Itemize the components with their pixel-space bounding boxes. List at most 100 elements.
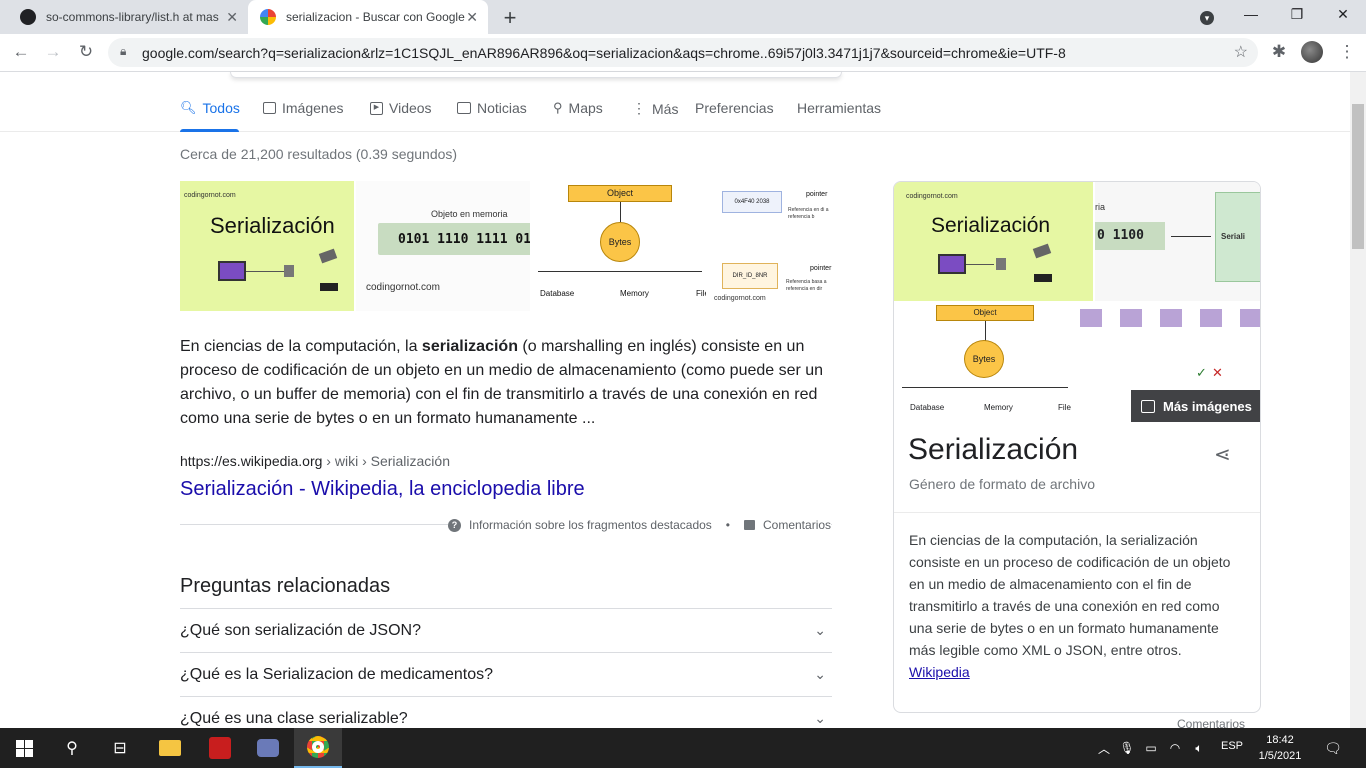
featured-image-3[interactable]: Object Bytes Database Memory File: [532, 181, 706, 311]
volume-icon[interactable]: 🔈︎: [1188, 728, 1210, 768]
tab-imagenes[interactable]: Imágenes: [263, 100, 343, 116]
diagram-target: Database: [910, 403, 945, 412]
image-icon: [1141, 399, 1155, 413]
back-icon[interactable]: ←: [10, 42, 32, 62]
diagram-target: Memory: [620, 289, 649, 298]
kp-image-diagram[interactable]: Object Bytes Database Memory File: [894, 303, 1072, 421]
device-graphic: [996, 258, 1006, 270]
tab-mas[interactable]: ⋮ Más: [632, 100, 678, 117]
notifications-icon[interactable]: 🗨︎: [1316, 728, 1350, 768]
new-tab-icon[interactable]: +: [498, 5, 522, 31]
tab-title: so-commons-library/list.h at mas: [46, 10, 219, 24]
snippet-feedback-bar: ? Información sobre los fragmentos desta…: [448, 518, 832, 532]
browser-tab-strip: so-commons-library/list.h at mas ✕ seria…: [0, 0, 1366, 34]
clock-time: 18:42: [1266, 734, 1294, 746]
extensions-icon[interactable]: ✱: [1268, 42, 1290, 62]
kp-source-link[interactable]: Wikipedia: [909, 664, 970, 680]
avatar[interactable]: [1301, 41, 1323, 63]
google-icon: [260, 9, 276, 25]
kp-description-text: En ciencias de la computación, la serial…: [909, 532, 1231, 658]
tab-github[interactable]: so-commons-library/list.h at mas ✕: [8, 0, 248, 34]
feedback-icon: [744, 520, 755, 530]
windows-start-icon[interactable]: [0, 728, 48, 768]
more-images-button[interactable]: Más imágenes: [1131, 390, 1260, 422]
kp-image-main[interactable]: codingornot.com Serialización: [894, 182, 1093, 301]
flow-step-graphic: [1240, 309, 1260, 327]
input-language[interactable]: ESP: [1221, 740, 1243, 752]
related-question[interactable]: ¿Qué es la Serializacion de medicamentos…: [180, 652, 832, 696]
bookmark-star-icon[interactable]: ☆: [1234, 42, 1248, 62]
app-icon[interactable]: [244, 728, 292, 768]
image-site-label: codingornot.com: [714, 295, 766, 302]
profile-menu-icon[interactable]: ▾: [1192, 8, 1222, 25]
close-icon[interactable]: ✕: [226, 9, 238, 26]
image-title: Serialización: [210, 213, 335, 238]
diagram-object: Object: [936, 305, 1034, 321]
file-explorer-icon[interactable]: [146, 728, 194, 768]
close-icon[interactable]: ✕: [466, 9, 478, 26]
search-icon: 🔍︎: [180, 100, 197, 115]
question-text: ¿Qué es la Serializacion de medicamentos…: [180, 665, 494, 683]
preferencias-link[interactable]: Preferencias: [695, 100, 774, 116]
image-label: pointer: [806, 191, 828, 198]
reload-icon[interactable]: ↻: [75, 42, 97, 62]
featured-image-2[interactable]: Objeto en memoria 0101 1110 1111 0100 11…: [356, 181, 530, 311]
chrome-menu-icon[interactable]: ⋮: [1336, 42, 1358, 62]
diagram-branch: [538, 271, 702, 272]
tab-videos[interactable]: ▶ Videos: [370, 100, 432, 116]
lock-icon: 🔒︎: [120, 44, 127, 58]
featured-snippet-text: En ciencias de la computación, la serial…: [180, 335, 832, 431]
scrollbar-thumb[interactable]: [1352, 104, 1364, 249]
map-pin-icon: ⚲: [553, 100, 563, 115]
image-site-label: codingornot.com: [184, 192, 236, 199]
maximize-icon[interactable]: ❐: [1282, 6, 1312, 23]
related-question[interactable]: ¿Qué son serialización de JSON? ⌄: [180, 608, 832, 652]
search-icon[interactable]: ⚲: [48, 728, 96, 768]
herramientas-link[interactable]: Herramientas: [797, 100, 881, 116]
dot-separator: •: [725, 518, 730, 532]
acrobat-icon[interactable]: [196, 728, 244, 768]
diagram-arrow: [620, 202, 621, 222]
tab-noticias[interactable]: Noticias: [457, 100, 527, 116]
diagram-object: Object: [568, 185, 672, 202]
diagram-target: Database: [540, 289, 575, 298]
task-view-icon[interactable]: ⊟: [96, 728, 144, 768]
battery-icon[interactable]: ▭: [1140, 728, 1162, 768]
image-ref: Referencia basa a referencia en dir: [786, 279, 827, 292]
search-nav: 🔍︎ Todos Imágenes ▶ Videos Noticias ⚲ Ma…: [0, 72, 1350, 132]
forward-icon[interactable]: →: [42, 42, 64, 62]
window-close-icon[interactable]: ✕: [1328, 6, 1358, 23]
result-title-link[interactable]: Serialización - Wikipedia, la encicloped…: [180, 478, 585, 501]
image-ref: Referencia en di a referencia b: [788, 207, 829, 220]
minimize-icon[interactable]: —: [1236, 6, 1266, 22]
kp-description: En ciencias de la computación, la serial…: [909, 529, 1239, 683]
microphone-icon[interactable]: 🎙︎: [1116, 728, 1138, 768]
tab-maps[interactable]: ⚲ Maps: [553, 100, 603, 116]
diagram-arrow: [1171, 236, 1211, 237]
address-bar[interactable]: 🔒︎ google.com/search?q=serializacion&rlz…: [108, 38, 1258, 67]
comments-link[interactable]: Comentarios: [763, 518, 831, 532]
tab-google-search[interactable]: serializacion - Buscar con Google ✕: [248, 0, 488, 34]
satellite-graphic: [1032, 243, 1052, 259]
image-address: 0x4F40 2038: [722, 191, 782, 213]
snippet-info-link[interactable]: Información sobre los fragmentos destaca…: [469, 518, 712, 532]
result-cite: https://es.wikipedia.org › wiki › Serial…: [180, 453, 450, 469]
connector-line: [246, 271, 284, 272]
system-clock[interactable]: 18:42 1/5/2021: [1255, 732, 1305, 764]
news-icon: [457, 102, 471, 114]
wifi-icon[interactable]: ◠: [1164, 728, 1186, 768]
more-images-label: Más imágenes: [1163, 398, 1252, 414]
chrome-taskbar-icon[interactable]: [294, 728, 342, 768]
more-vert-icon: ⋮: [632, 100, 646, 116]
featured-image-1[interactable]: codingornot.com Serialización: [180, 181, 354, 311]
tray-chevron-icon[interactable]: ︿: [1092, 728, 1116, 768]
question-text: ¿Qué es una clase serializable?: [180, 709, 408, 727]
kp-title: Serialización: [908, 433, 1079, 466]
share-icon[interactable]: ⋖: [1214, 442, 1231, 467]
help-icon[interactable]: ?: [448, 518, 461, 532]
snippet-keyword: serialización: [421, 338, 518, 355]
diagram-target: Memory: [984, 403, 1013, 412]
featured-image-4[interactable]: 0x4F40 2038 pointer Referencia en di a r…: [708, 181, 832, 311]
tab-todos[interactable]: 🔍︎ Todos: [180, 100, 240, 116]
kp-image-memory[interactable]: ria 0 1100 Seriali: [1095, 182, 1260, 301]
